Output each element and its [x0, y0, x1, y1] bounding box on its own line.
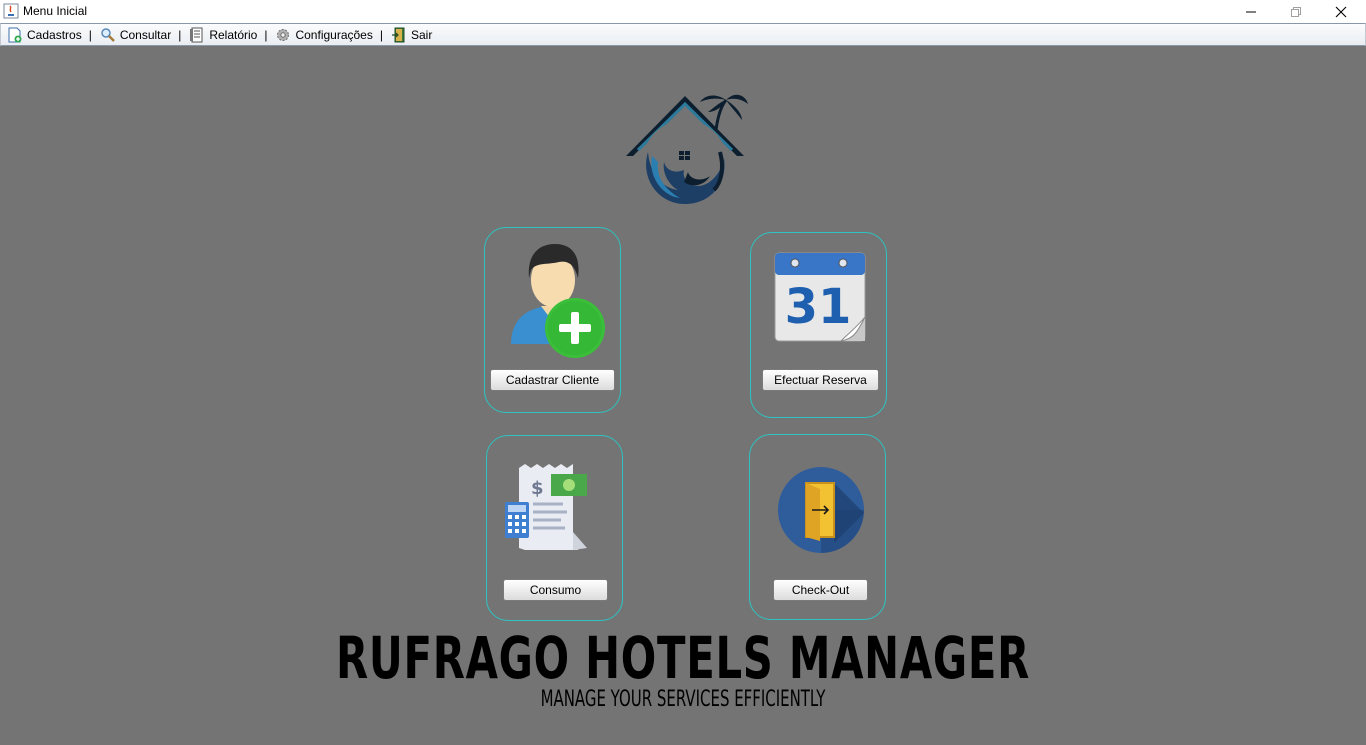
add-user-icon[interactable] — [501, 240, 607, 360]
exit-door-icon — [391, 27, 405, 42]
gear-icon — [277, 28, 290, 41]
restore-button[interactable] — [1272, 0, 1318, 23]
restore-icon — [1291, 6, 1301, 17]
menu-configuracoes-label: Configurações — [295, 27, 373, 42]
magnifier-icon — [101, 27, 115, 42]
svg-text:$: $ — [531, 478, 544, 499]
title-bar: Menu Inicial — [0, 0, 1366, 23]
brand-subtitle: MANAGE YOUR SERVICES EFFICIENTLY — [540, 687, 826, 712]
menu-separator: | — [88, 27, 92, 42]
card-check-out: Check-Out — [749, 434, 886, 620]
menu-relatorio[interactable]: Relatório | — [189, 24, 275, 45]
card-cadastrar-cliente: Cadastrar Cliente — [484, 227, 621, 413]
menu-configuracoes[interactable]: Configurações | — [275, 24, 391, 45]
menu-sair-label: Sair — [410, 27, 433, 42]
exit-door-icon[interactable] — [776, 465, 866, 555]
minimize-button[interactable] — [1228, 0, 1274, 23]
close-icon — [1335, 6, 1347, 17]
minimize-icon — [1246, 11, 1256, 12]
card-efectuar-reserva: 31 Efectuar Reserva — [750, 232, 887, 418]
efectuar-reserva-button[interactable]: Efectuar Reserva — [762, 369, 879, 391]
menu-cadastros[interactable]: Cadastros | — [7, 24, 100, 45]
cadastrar-cliente-button[interactable]: Cadastrar Cliente — [490, 369, 615, 391]
brand-title: RUFRAGO HOTELS MANAGER — [335, 624, 1031, 692]
card-consumo: $ Consumo — [486, 435, 623, 621]
menu-relatorio-label: Relatório — [209, 27, 258, 42]
check-out-button[interactable]: Check-Out — [773, 579, 868, 601]
new-document-icon — [8, 27, 22, 42]
menu-bar: Cadastros | Consultar | Relatório | Conf… — [0, 23, 1366, 46]
menu-consultar-label: Consultar — [119, 27, 172, 42]
menu-separator: | — [264, 27, 268, 42]
menu-separator: | — [379, 27, 383, 42]
menu-cadastros-label: Cadastros — [27, 27, 82, 42]
calendar-day-number: 31 — [785, 279, 852, 335]
menu-consultar[interactable]: Consultar | — [100, 24, 189, 45]
window-title: Menu Inicial — [23, 4, 88, 18]
java-app-icon — [3, 3, 19, 19]
menu-sair[interactable]: Sair — [391, 24, 432, 45]
receipt-calculator-icon[interactable]: $ — [503, 462, 593, 554]
menu-separator: | — [178, 27, 182, 42]
consumo-button[interactable]: Consumo — [503, 579, 608, 601]
report-icon — [190, 27, 203, 42]
calendar-icon[interactable]: 31 — [771, 247, 869, 345]
close-button[interactable] — [1318, 0, 1364, 23]
hotel-logo — [626, 94, 748, 204]
